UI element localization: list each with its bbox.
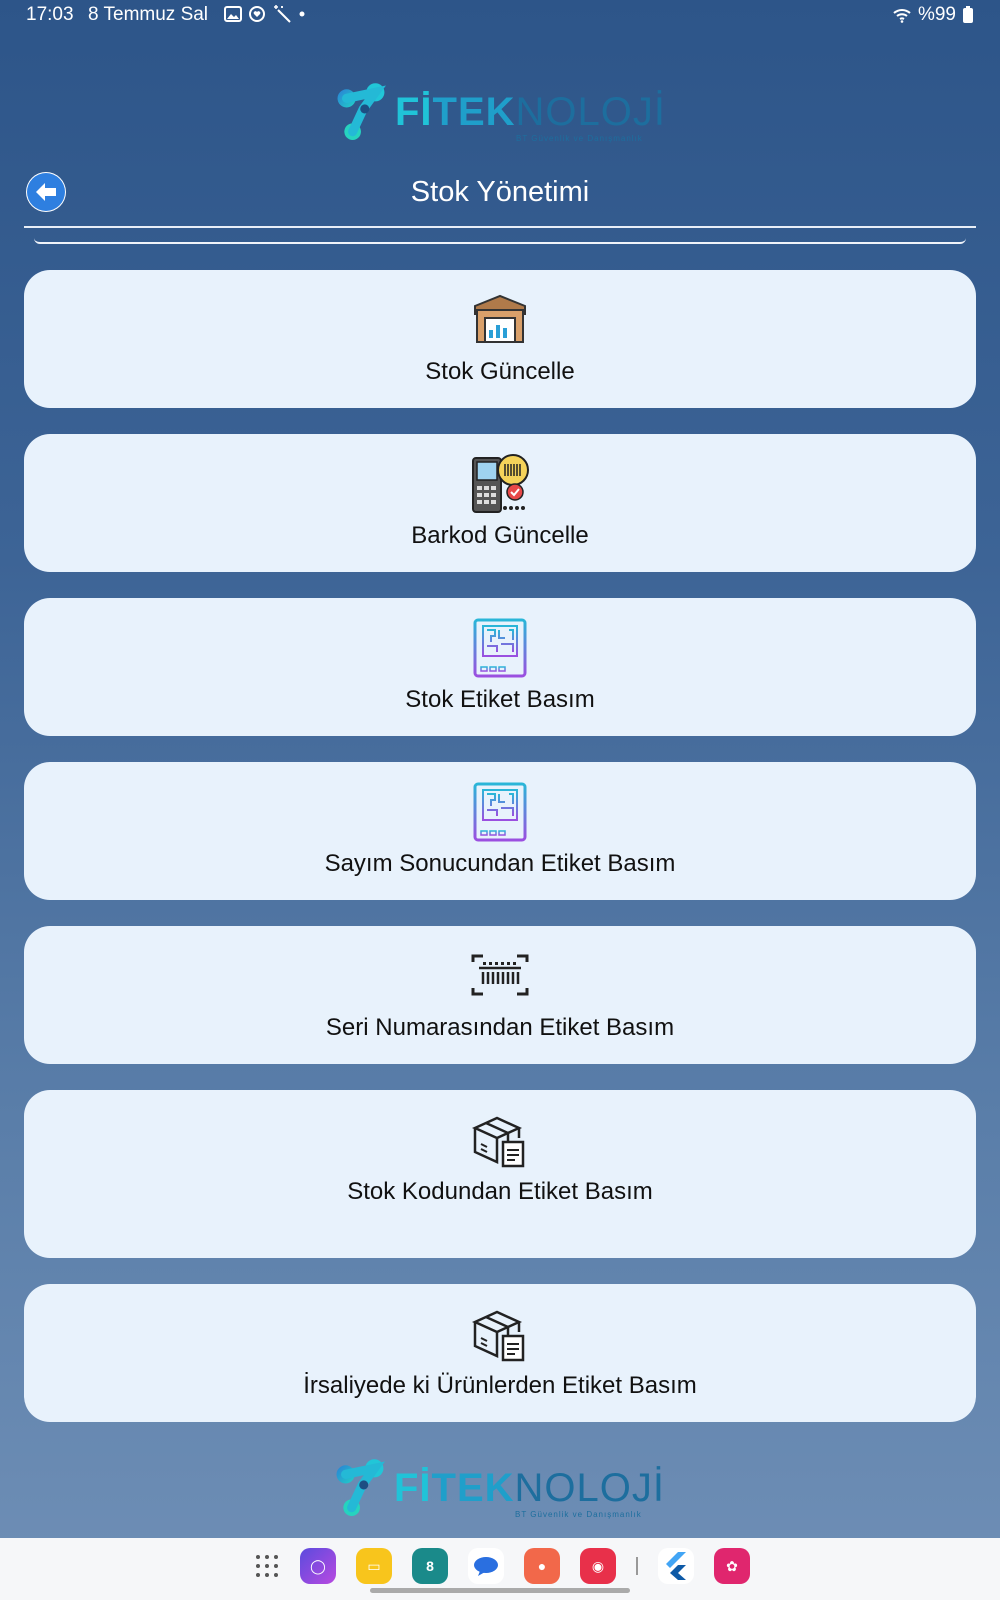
menu-item-label: Seri Numarasından Etiket Basım	[325, 1014, 675, 1041]
status-bar: 17:03 8 Temmuz Sal %99	[0, 0, 1000, 30]
logo-wordmark: FİTEKNOLOJİ	[394, 89, 666, 134]
boxes-doc-icon	[471, 1116, 525, 1168]
company-logo-footer: FİTEKNOLOJİ BT Güvenlik ve Danışmanlık	[335, 1448, 665, 1528]
magic-wand-icon	[274, 5, 291, 23]
qr-label-icon	[473, 782, 527, 842]
menu-item-sayim-sonucundan-etiket-basim[interactable]: Sayım Sonucundan Etiket Basım	[24, 762, 976, 900]
messages-app-icon[interactable]	[468, 1548, 504, 1584]
flower-app-icon[interactable]: ✿	[714, 1548, 750, 1584]
apps-grid-icon[interactable]	[254, 1553, 280, 1579]
menu-item-label: Stok Kodundan Etiket Basım	[347, 1178, 653, 1205]
logo-molecule-icon	[336, 1459, 385, 1516]
menu-item-label: Stok Güncelle	[425, 358, 575, 385]
menu-item-irsaliye-urunlerden-etiket-basim[interactable]: İrsaliyede ki Ürünlerden Etiket Basım	[24, 1284, 976, 1422]
status-date: 8 Temmuz Sal	[88, 4, 209, 25]
heart-circle-icon	[249, 6, 265, 22]
home-indicator[interactable]	[370, 1588, 630, 1593]
battery-icon	[963, 6, 973, 23]
menu-item-label: İrsaliyede ki Ürünlerden Etiket Basım	[303, 1372, 697, 1399]
menu-item-stok-kodundan-etiket-basim[interactable]: Stok Kodundan Etiket Basım	[24, 1090, 976, 1258]
menu-item-seri-numarasindan-etiket-basim[interactable]: Seri Numarasından Etiket Basım	[24, 926, 976, 1064]
qr-label-icon	[473, 618, 527, 678]
menu-item-label: Sayım Sonucundan Etiket Basım	[324, 850, 676, 877]
scroll-edge	[34, 238, 966, 244]
contacts-app-icon[interactable]: ●	[524, 1548, 560, 1584]
logo-subtitle: BT Güvenlik ve Danışmanlık	[516, 134, 643, 143]
header-divider	[24, 226, 976, 228]
browser-app-icon[interactable]: ◯	[300, 1548, 336, 1584]
logo-wordmark: FİTEKNOLOJİ	[393, 1465, 665, 1510]
dock-separator	[636, 1557, 638, 1575]
company-logo: FİTEKNOLOJİ BT Güvenlik ve Danışmanlık	[336, 72, 666, 152]
dot-icon	[299, 11, 305, 17]
files-app-icon[interactable]: ▭	[356, 1548, 392, 1584]
camera-app-icon[interactable]: ◉	[580, 1548, 616, 1584]
page-title: Stok Yönetimi	[410, 176, 590, 208]
status-time: 17:03	[26, 4, 74, 25]
barcode-scanner-icon	[472, 454, 529, 513]
logo-molecule-icon	[337, 83, 386, 140]
battery-percent: %99	[917, 4, 956, 25]
taskbar: ◯ ▭ 8 ● ◉ ✿	[0, 1538, 1000, 1600]
menu-item-barkod-guncelle[interactable]: Barkod Güncelle	[24, 434, 976, 572]
flutter-app-icon[interactable]	[658, 1548, 694, 1584]
menu-item-stok-guncelle[interactable]: Stok Güncelle	[24, 270, 976, 408]
logo-subtitle: BT Güvenlik ve Danışmanlık	[515, 1510, 642, 1519]
wifi-icon	[893, 9, 911, 23]
calendar-app-icon[interactable]: 8	[412, 1548, 448, 1584]
box-chart-icon	[474, 294, 526, 343]
boxes-doc-icon	[471, 1310, 525, 1362]
menu-item-stok-etiket-basim[interactable]: Stok Etiket Basım	[24, 598, 976, 736]
barcode-frame-icon	[471, 954, 529, 996]
page-header: Stok Yönetimi	[24, 168, 976, 228]
menu-item-label: Barkod Güncelle	[411, 522, 589, 549]
gallery-icon	[224, 6, 242, 22]
menu-item-label: Stok Etiket Basım	[405, 686, 595, 713]
